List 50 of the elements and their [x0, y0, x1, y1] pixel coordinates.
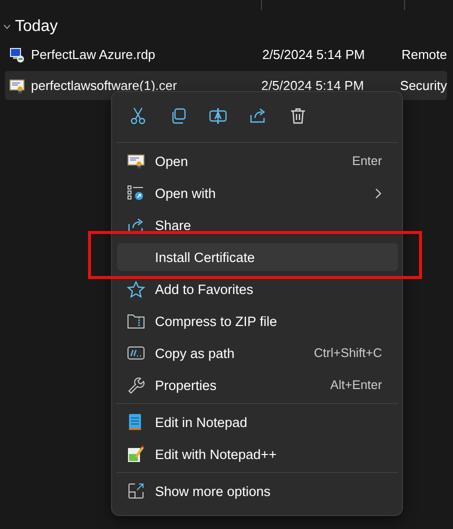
menu-item-label: Add to Favorites [155, 282, 254, 296]
file-type: Remote [401, 47, 447, 62]
menu-item[interactable]: Share [117, 211, 398, 239]
date-modified: 2/5/2024 5:14 PM [261, 78, 365, 93]
certificate-icon [9, 78, 25, 94]
file-type: Security [400, 78, 447, 93]
file-name: perfectlawsoftware(1).cer [31, 78, 177, 93]
menu-item[interactable]: Edit in Notepad [117, 408, 398, 436]
share-icon [249, 107, 267, 125]
certificate-icon [127, 153, 145, 169]
shortcut-text: Ctrl+Shift+C [314, 346, 382, 360]
share-icon [127, 217, 145, 233]
file-name: PerfectLaw Azure.rdp [31, 47, 156, 62]
collapse-chevron-icon[interactable] [3, 24, 11, 30]
menu-item[interactable]: Add to Favorites [117, 275, 398, 303]
expand-icon [127, 482, 145, 500]
zip-folder-icon [127, 313, 145, 329]
menu-item-label: Edit in Notepad [155, 414, 248, 430]
open-with-icon [127, 185, 145, 201]
menu-item[interactable]: Show more options [117, 477, 398, 505]
menu-item-label: Share [155, 218, 192, 232]
menu-item-label: Open [155, 154, 190, 168]
group-label: Today [15, 18, 58, 36]
remote-desktop-icon [9, 46, 25, 62]
date-modified: 2/5/2024 5:14 PM [262, 47, 366, 62]
shortcut-text: Enter [352, 154, 382, 168]
menu-item-label: Open with [155, 186, 217, 200]
menu-item-label: Compress to ZIP file [155, 314, 278, 328]
wrench-icon [127, 376, 145, 394]
menu-item[interactable]: Edit with Notepad++ [117, 440, 398, 468]
menu-item[interactable]: Open with [117, 179, 398, 207]
shortcut-text: Alt+Enter [330, 378, 382, 392]
menu-item-label: Properties [155, 378, 218, 392]
cut-icon [129, 107, 147, 125]
star-icon [127, 280, 145, 298]
notepad-icon [127, 413, 143, 431]
file-row[interactable]: PerfectLaw Azure.rdp 2/5/2024 5:14 PM Remote [5, 40, 447, 69]
menu-item[interactable]: Copy as path Ctrl+Shift+C [117, 339, 398, 367]
rename-icon [209, 107, 227, 125]
menu-item-label: Copy as path [155, 346, 236, 360]
notepad-pen-icon [127, 445, 145, 463]
menu-item[interactable]: Properties Alt+Enter [117, 371, 398, 399]
copy-path-icon [127, 345, 145, 361]
menu-item-label: Install Certificate [155, 250, 256, 264]
menu-item-label: Show more options [155, 484, 272, 498]
menu-item-label: Edit with Notepad++ [155, 446, 278, 462]
menu-item[interactable]: Open Enter [117, 147, 398, 175]
delete-icon [289, 107, 307, 125]
menu-item[interactable]: Install Certificate [117, 243, 398, 271]
menu-item[interactable]: Compress to ZIP file [117, 307, 398, 335]
